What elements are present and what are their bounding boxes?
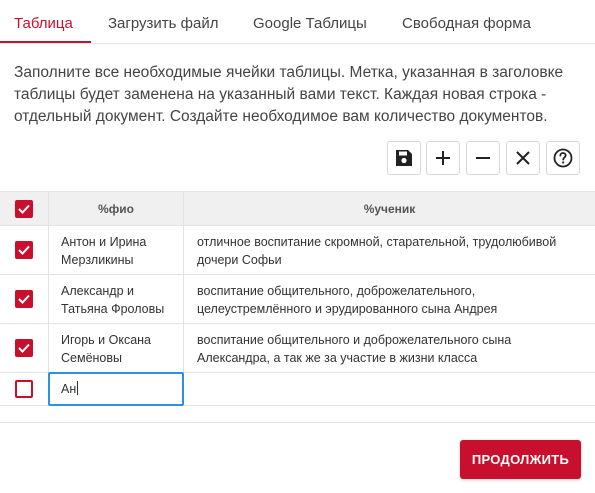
help-icon (553, 148, 573, 168)
row-select-cell (0, 275, 48, 323)
uchenik-cell[interactable] (183, 373, 595, 405)
fio-cell[interactable]: Антон и Ирина Мерзликины (48, 226, 183, 274)
add-row-button[interactable] (426, 141, 460, 175)
close-icon (516, 151, 530, 165)
table-row: Антон и Ирина Мерзликины отличное воспит… (0, 226, 595, 275)
help-button[interactable] (546, 141, 580, 175)
remove-row-button[interactable] (466, 141, 500, 175)
row-checkbox[interactable] (15, 290, 33, 308)
fio-cell[interactable]: Игорь и Оксана Семёновы (48, 324, 183, 372)
table-footer-spacer (0, 406, 595, 423)
fio-edit-value: Ан (61, 382, 77, 396)
select-all-checkbox[interactable] (15, 199, 33, 218)
check-icon (18, 245, 30, 255)
instructions-text: Заполните все необходимые ячейки таблицы… (14, 64, 564, 125)
active-tab-indicator (0, 41, 91, 43)
uchenik-cell[interactable]: воспитание общительного и доброжелательн… (183, 324, 595, 372)
table-row: Игорь и Оксана Семёновы воспитание общит… (0, 324, 595, 373)
text-caret (77, 381, 79, 395)
minus-icon (476, 157, 490, 159)
row-checkbox[interactable] (15, 241, 33, 259)
column-header-uchenik[interactable]: %ученик (183, 192, 595, 225)
plus-icon (436, 151, 450, 165)
row-checkbox[interactable] (15, 339, 33, 357)
continue-button[interactable]: ПРОДОЛЖИТЬ (460, 440, 581, 479)
check-icon (18, 343, 30, 353)
row-select-cell (0, 226, 48, 274)
fio-edit-input[interactable]: Ан (48, 372, 184, 406)
check-icon (18, 294, 30, 304)
select-all-cell (0, 192, 48, 225)
uchenik-cell[interactable]: воспитание общительного, доброжелательно… (183, 275, 595, 323)
tab-upload-file[interactable]: Загрузить файл (108, 15, 218, 32)
tab-bar: Таблица Загрузить файл Google Таблицы Св… (0, 0, 595, 44)
check-icon (18, 204, 30, 214)
row-select-cell (0, 373, 48, 405)
row-checkbox[interactable] (15, 380, 33, 398)
column-header-fio[interactable]: %фио (48, 192, 183, 225)
clear-button[interactable] (506, 141, 540, 175)
tab-google-sheets[interactable]: Google Таблицы (253, 15, 367, 32)
save-icon (396, 150, 412, 166)
table-row: Александр и Татьяна Фроловы воспитание о… (0, 275, 595, 324)
uchenik-cell[interactable]: отличное воспитание скромной, старательн… (183, 226, 595, 274)
row-select-cell (0, 324, 48, 372)
table-header-row: %фио %ученик (0, 191, 595, 226)
tab-table[interactable]: Таблица (14, 15, 73, 32)
save-button[interactable] (387, 141, 421, 175)
tab-free-form[interactable]: Свободная форма (402, 15, 531, 32)
fio-cell[interactable]: Александр и Татьяна Фроловы (48, 275, 183, 323)
